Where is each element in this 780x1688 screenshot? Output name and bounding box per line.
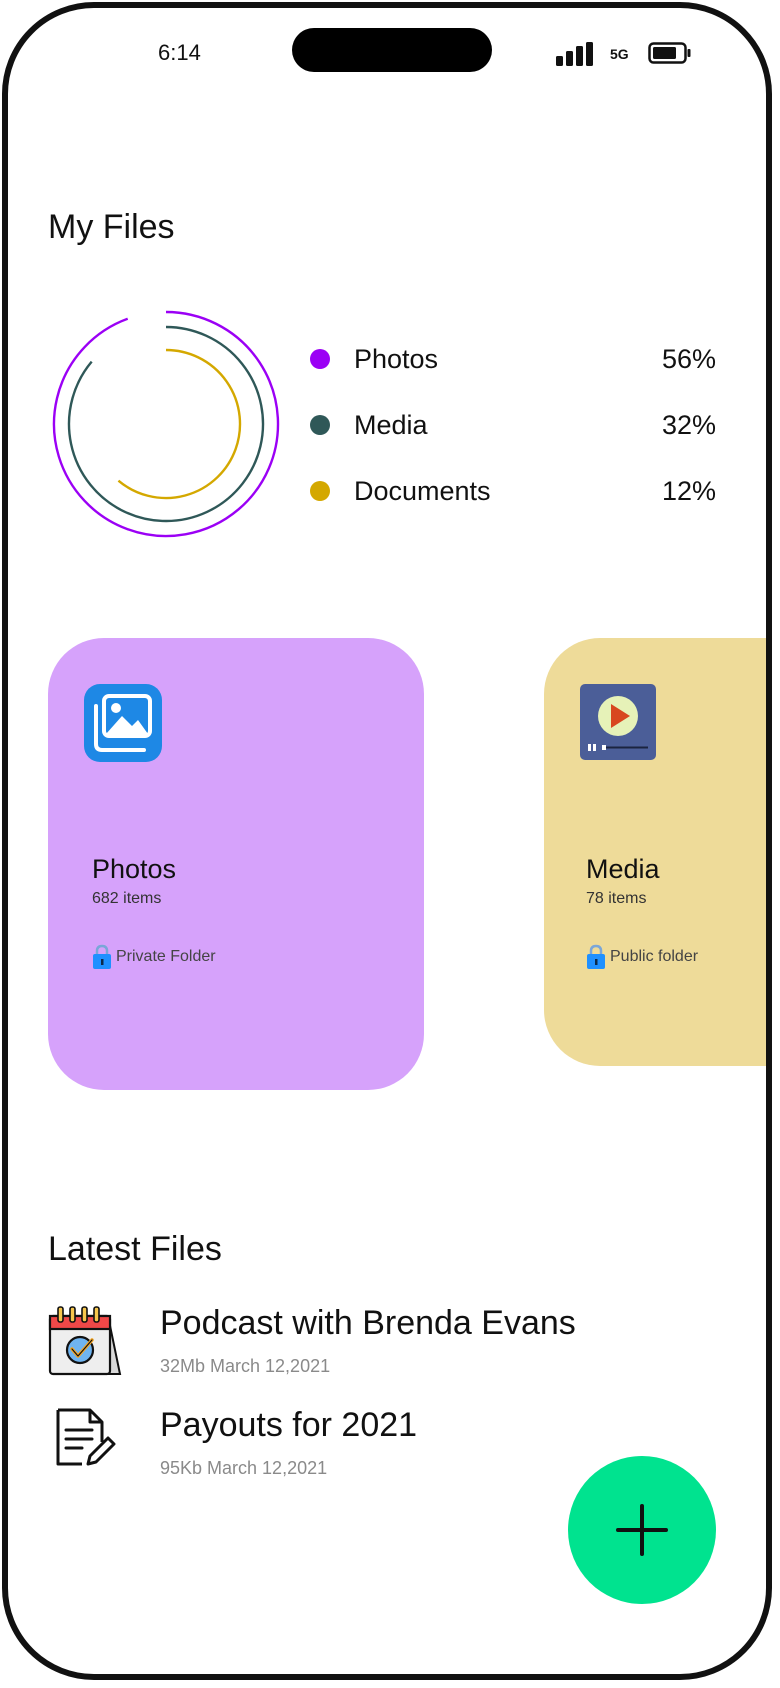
folder-name: Media [586,854,660,884]
legend-label: Photos [354,343,439,374]
phone-frame: 6:14 5G My Files Photos 56% Media 32% Do… [2,2,772,1680]
folder-item-count: 682 items [92,890,162,907]
signal-icon [556,42,593,66]
photos-dot-icon [310,349,330,369]
legend-item-documents: Documents 12% [306,458,716,524]
legend-item-photos: Photos 56% [306,326,716,392]
documents-dot-icon [310,481,330,501]
dynamic-island [292,28,492,72]
document-edit-icon [56,1408,116,1466]
image-gallery-icon [84,684,162,762]
legend-item-media: Media 32% [306,392,716,458]
folder-access: Public folder [586,944,698,970]
file-item-podcast[interactable]: Podcast with Brenda Evans 32Mb March 12,… [48,1304,708,1394]
calendar-check-icon [48,1306,122,1376]
network-label: 5G [610,46,629,62]
file-name: Podcast with Brenda Evans [160,1304,576,1342]
file-name: Payouts for 2021 [160,1406,418,1444]
latest-files-title: Latest Files [48,1230,222,1268]
lock-icon [93,944,111,969]
status-time: 6:14 [158,40,201,65]
legend-label: Media [354,409,428,440]
add-file-button[interactable] [568,1456,716,1604]
folder-access-label: Public folder [610,948,699,965]
ring-arc-media [67,325,265,523]
folder-access-label: Private Folder [116,948,216,965]
ring-arc-documents [117,348,242,500]
legend-value: 56% [661,343,716,374]
my-files-title: My Files [48,208,175,246]
plus-icon [616,1504,668,1556]
legend-label: Documents [354,475,491,506]
lock-icon [587,944,605,969]
legend-value: 12% [661,475,716,506]
folder-name: Photos [92,854,177,884]
folder-access: Private Folder [92,944,216,970]
video-player-icon [580,684,656,760]
folder-card-media[interactable]: Media 78 items Public folder [544,638,766,1066]
file-meta: 95Kb March 12,2021 [160,1458,328,1478]
folder-item-count: 78 items [586,890,647,907]
storage-legend: Photos 56% Media 32% Documents 12% [306,326,716,524]
file-meta: 32Mb March 12,2021 [160,1356,331,1376]
battery-icon [648,42,691,64]
ring-arc-photos [52,310,280,538]
folder-card-photos[interactable]: Photos 682 items Private Folder [48,638,424,1090]
storage-ring-chart [52,310,280,538]
media-dot-icon [310,415,330,435]
legend-value: 32% [661,409,716,440]
